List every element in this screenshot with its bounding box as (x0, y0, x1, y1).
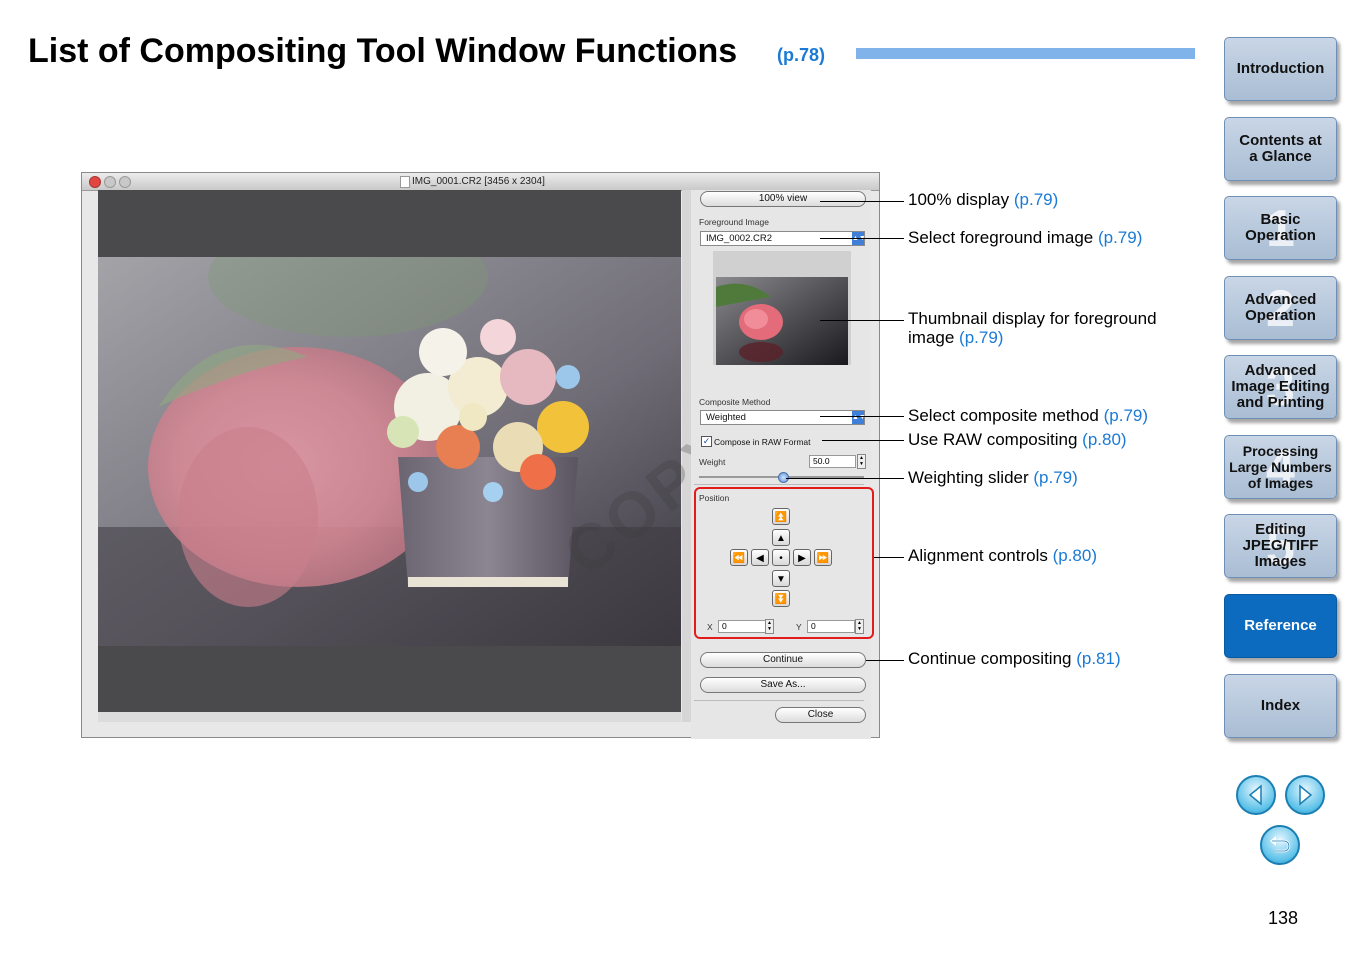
raw-compose-checkbox[interactable]: ✓ (701, 436, 712, 447)
callout-composite-method: Select composite method (p.79) (908, 406, 1149, 425)
page-link[interactable]: (p.81) (1076, 649, 1120, 668)
page-link[interactable]: (p.79) (1014, 190, 1058, 209)
move-up-icon[interactable]: ▲ (772, 529, 790, 546)
callout-100-display: 100% display (p.79) (908, 190, 1059, 209)
callout-line (820, 416, 904, 417)
y-label: Y (796, 622, 802, 632)
page-title: List of Compositing Tool Window Function… (28, 32, 738, 70)
title-decor-bar (856, 48, 1195, 59)
separator (694, 484, 864, 485)
weight-stepper[interactable]: ▲ ▼ (857, 454, 866, 469)
next-page-icon[interactable] (1285, 775, 1325, 815)
y-offset-field[interactable]: 0 (807, 620, 855, 633)
callout-line (820, 320, 904, 321)
prev-page-icon[interactable] (1236, 775, 1276, 815)
page-link[interactable]: (p.80) (1053, 546, 1097, 565)
callout-line (874, 557, 904, 558)
move-left-icon[interactable]: ◀ (751, 549, 769, 566)
compositing-tool-window: IMG_0001.CR2 [3456 x 2304] COPY 100% vie… (81, 172, 880, 739)
callout-line (786, 478, 904, 479)
document-icon (400, 176, 410, 188)
nav-introduction[interactable]: Introduction (1224, 37, 1337, 101)
page-link[interactable]: (p.79) (959, 328, 1003, 347)
title-page-link[interactable]: (p.78) (777, 45, 825, 66)
position-label: Position (699, 493, 730, 503)
close-button[interactable]: Close (775, 707, 866, 723)
zoom-window-icon[interactable] (119, 176, 131, 188)
close-window-icon[interactable] (89, 176, 101, 188)
nav-reference[interactable]: Reference (1224, 594, 1337, 658)
nav-index[interactable]: Index (1224, 674, 1337, 738)
page-link[interactable]: (p.79) (1104, 406, 1148, 425)
move-down-icon[interactable]: ▼ (772, 570, 790, 587)
page-link[interactable]: (p.80) (1082, 430, 1126, 449)
composite-method-label: Composite Method (699, 397, 771, 407)
weight-label: Weight (699, 457, 726, 467)
composite-method-select[interactable]: Weighted ▲▼ (700, 410, 866, 425)
callout-raw-compositing: Use RAW compositing (p.80) (908, 430, 1127, 449)
window-title: IMG_0001.CR2 [3456 x 2304] (412, 176, 545, 187)
nav-basic-operation[interactable]: 1 Basic Operation (1224, 196, 1337, 260)
separator (694, 700, 864, 701)
nav-advanced-operation[interactable]: 2 Advanced Operation (1224, 276, 1337, 340)
page-number: 138 (1268, 908, 1299, 928)
x-offset-field[interactable]: 0 (718, 620, 766, 633)
page-link[interactable]: (p.79) (1098, 228, 1142, 247)
callout-alignment-controls: Alignment controls (p.80) (908, 546, 1097, 565)
callout-select-foreground: Select foreground image (p.79) (908, 228, 1143, 247)
move-left-fast-icon[interactable]: ⏪ (730, 549, 748, 566)
window-titlebar: IMG_0001.CR2 [3456 x 2304] (82, 173, 879, 191)
move-right-icon[interactable]: ▶ (793, 549, 811, 566)
move-down-fast-icon[interactable]: ⏬ (772, 590, 790, 607)
callout-line (866, 660, 904, 661)
return-icon[interactable] (1260, 825, 1300, 865)
x-stepper[interactable]: ▲ ▼ (765, 619, 774, 634)
callout-weighting-slider: Weighting slider (p.79) (908, 468, 1078, 487)
foreground-image-label: Foreground Image (699, 217, 769, 227)
y-stepper[interactable]: ▲ ▼ (855, 619, 864, 634)
callout-thumbnail-display: Thumbnail display for foreground image (p… (908, 309, 1157, 347)
nav-editing-jpeg-tiff[interactable]: 5 Editing JPEG/TIFF Images (1224, 514, 1337, 578)
raw-compose-label: Compose in RAW Format (714, 437, 811, 447)
callout-line (822, 440, 904, 441)
move-right-fast-icon[interactable]: ⏩ (814, 549, 832, 566)
nav-contents-at-a-glance[interactable]: Contents at a Glance (1224, 117, 1337, 181)
horizontal-scrollbar[interactable] (98, 712, 681, 722)
callout-line (820, 201, 904, 202)
chevron-updown-icon: ▲▼ (852, 411, 866, 424)
continue-button[interactable]: Continue (700, 652, 866, 668)
100-percent-view-button[interactable]: 100% view (700, 191, 866, 207)
center-icon[interactable]: • (772, 549, 790, 566)
callout-continue-compositing: Continue compositing (p.81) (908, 649, 1121, 668)
weight-value-field[interactable]: 50.0 (809, 455, 856, 468)
nav-processing-large-numbers[interactable]: 4 Processing Large Numbers of Images (1224, 435, 1337, 499)
nav-advanced-image-editing[interactable]: 3 Advanced Image Editing and Printing (1224, 355, 1337, 419)
x-label: X (707, 622, 713, 632)
move-up-fast-icon[interactable]: ⏫ (772, 508, 790, 525)
minimize-window-icon[interactable] (104, 176, 116, 188)
save-as-button[interactable]: Save As... (700, 677, 866, 693)
page-link[interactable]: (p.79) (1033, 468, 1077, 487)
callout-line (820, 238, 904, 239)
foreground-thumbnail (716, 277, 848, 365)
